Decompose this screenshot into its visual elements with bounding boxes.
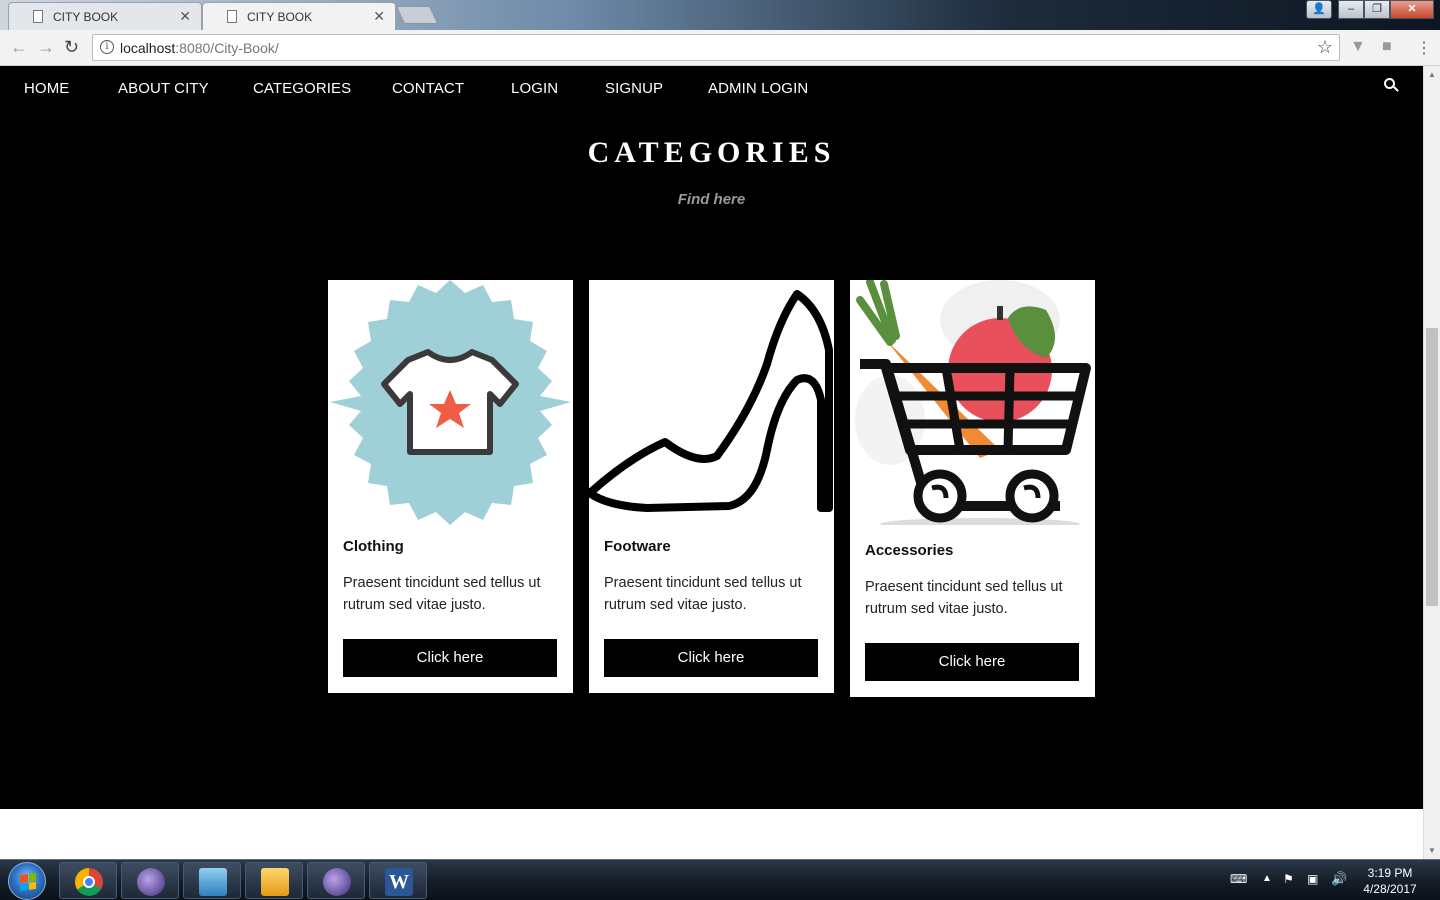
page-icon xyxy=(227,10,237,23)
window-controls: 👤 – ❐ ✕ xyxy=(1306,0,1434,20)
nav-about-city[interactable]: ABOUT CITY xyxy=(118,80,209,97)
close-tab-icon[interactable]: ✕ xyxy=(179,8,191,25)
volume-icon[interactable]: 🔊 xyxy=(1331,871,1347,887)
nav-contact[interactable]: CONTACT xyxy=(392,80,464,97)
lync-icon xyxy=(199,868,227,896)
forward-arrow-icon[interactable]: → xyxy=(37,37,55,58)
clock-date: 4/28/2017 xyxy=(1363,882,1417,896)
category-card-footware: Footware Praesent tincidunt sed tellus u… xyxy=(589,280,834,693)
page-footer-area xyxy=(0,809,1423,859)
windows-taskbar: W ⌨ ▲ ⚑ ▣ 🔊 3:19 PM 4/28/2017 xyxy=(0,859,1440,900)
search-icon[interactable] xyxy=(1384,78,1400,94)
nav-signup[interactable]: SIGNUP xyxy=(605,80,663,97)
category-card-accessories: Accessories Praesent tincidunt sed tellu… xyxy=(850,280,1095,697)
browser-tab[interactable]: CITY BOOK ✕ xyxy=(8,2,202,30)
high-heel-shoe-icon xyxy=(589,280,834,525)
taskbar-eclipse[interactable] xyxy=(121,862,179,899)
browser-tab-strip: CITY BOOK ✕ CITY BOOK ✕ 👤 – ❐ ✕ xyxy=(0,0,1440,30)
shopping-cart-icon xyxy=(850,280,1095,525)
card-title: Clothing xyxy=(343,538,404,555)
tab-title: CITY BOOK xyxy=(247,10,313,24)
address-bar[interactable]: i localhost:8080/City-Book/ ☆ xyxy=(92,34,1340,61)
maximize-button[interactable]: ❐ xyxy=(1364,0,1390,19)
category-card-clothing: Clothing Praesent tincidunt sed tellus u… xyxy=(328,280,573,693)
close-tab-icon[interactable]: ✕ xyxy=(373,8,385,25)
extension-square-icon[interactable]: ■ xyxy=(1382,38,1392,56)
scroll-thumb[interactable] xyxy=(1426,328,1438,606)
card-description: Praesent tincidunt sed tellus ut rutrum … xyxy=(343,575,541,613)
network-icon[interactable]: ▣ xyxy=(1307,872,1318,886)
click-here-button[interactable]: Click here xyxy=(343,639,557,677)
action-center-flag-icon[interactable]: ⚑ xyxy=(1283,872,1294,886)
extension-filter-icon[interactable]: ▼ xyxy=(1350,38,1366,56)
outlook-icon xyxy=(261,868,289,896)
browser-tab-active[interactable]: CITY BOOK ✕ xyxy=(202,2,396,30)
scroll-down-arrow-icon[interactable]: ▼ xyxy=(1428,846,1436,855)
back-arrow-icon[interactable]: ← xyxy=(10,37,28,58)
windows-logo-icon xyxy=(20,872,36,892)
tshirt-icon xyxy=(328,280,573,525)
card-description: Praesent tincidunt sed tellus ut rutrum … xyxy=(604,575,802,613)
bookmark-star-icon[interactable]: ☆ xyxy=(1317,37,1333,58)
taskbar-word[interactable]: W xyxy=(369,862,427,899)
scroll-up-arrow-icon[interactable]: ▲ xyxy=(1428,70,1436,79)
reload-icon[interactable]: ↻ xyxy=(64,37,79,58)
taskbar-lync[interactable] xyxy=(183,862,241,899)
system-clock[interactable]: 3:19 PM 4/28/2017 xyxy=(1358,865,1422,897)
clock-time: 3:19 PM xyxy=(1367,866,1413,880)
tab-title: CITY BOOK xyxy=(53,10,119,24)
eclipse-icon xyxy=(137,868,165,896)
nav-login[interactable]: LOGIN xyxy=(511,80,558,97)
taskbar-eclipse-2[interactable] xyxy=(307,862,365,899)
menu-kebab-icon[interactable]: ⋮ xyxy=(1416,38,1432,58)
browser-toolbar: ← → ↻ i localhost:8080/City-Book/ ☆ ▼ ■ … xyxy=(0,30,1440,66)
click-here-button[interactable]: Click here xyxy=(865,643,1079,681)
nav-home[interactable]: HOME xyxy=(24,80,69,97)
taskbar-chrome[interactable] xyxy=(59,862,117,899)
profile-icon[interactable]: 👤 xyxy=(1306,0,1332,19)
nav-admin-login[interactable]: ADMIN LOGIN xyxy=(708,80,808,97)
taskbar-outlook[interactable] xyxy=(245,862,303,899)
close-window-button[interactable]: ✕ xyxy=(1390,0,1434,19)
page-content: HOME ABOUT CITY CATEGORIES CONTACT LOGIN… xyxy=(0,66,1423,809)
card-title: Footware xyxy=(604,538,671,555)
minimize-button[interactable]: – xyxy=(1338,0,1364,19)
main-navbar: HOME ABOUT CITY CATEGORIES CONTACT LOGIN… xyxy=(0,66,1423,112)
show-hidden-icons-arrow[interactable]: ▲ xyxy=(1262,873,1272,884)
page-icon xyxy=(33,10,43,23)
url-text[interactable]: localhost:8080/City-Book/ xyxy=(120,40,279,56)
info-icon[interactable]: i xyxy=(100,40,114,54)
eclipse-icon xyxy=(323,868,351,896)
keyboard-icon[interactable]: ⌨ xyxy=(1230,872,1247,886)
click-here-button[interactable]: Click here xyxy=(604,639,818,677)
new-tab-button[interactable] xyxy=(395,6,439,24)
card-title: Accessories xyxy=(865,542,954,559)
nav-categories[interactable]: CATEGORIES xyxy=(253,80,351,97)
section-subtitle: Find here xyxy=(677,191,746,208)
section-title: CATEGORIES xyxy=(587,136,836,169)
page-scrollbar[interactable]: ▲ ▼ xyxy=(1423,66,1440,859)
word-icon: W xyxy=(385,868,413,896)
card-description: Praesent tincidunt sed tellus ut rutrum … xyxy=(865,579,1063,617)
start-button[interactable] xyxy=(8,862,46,900)
